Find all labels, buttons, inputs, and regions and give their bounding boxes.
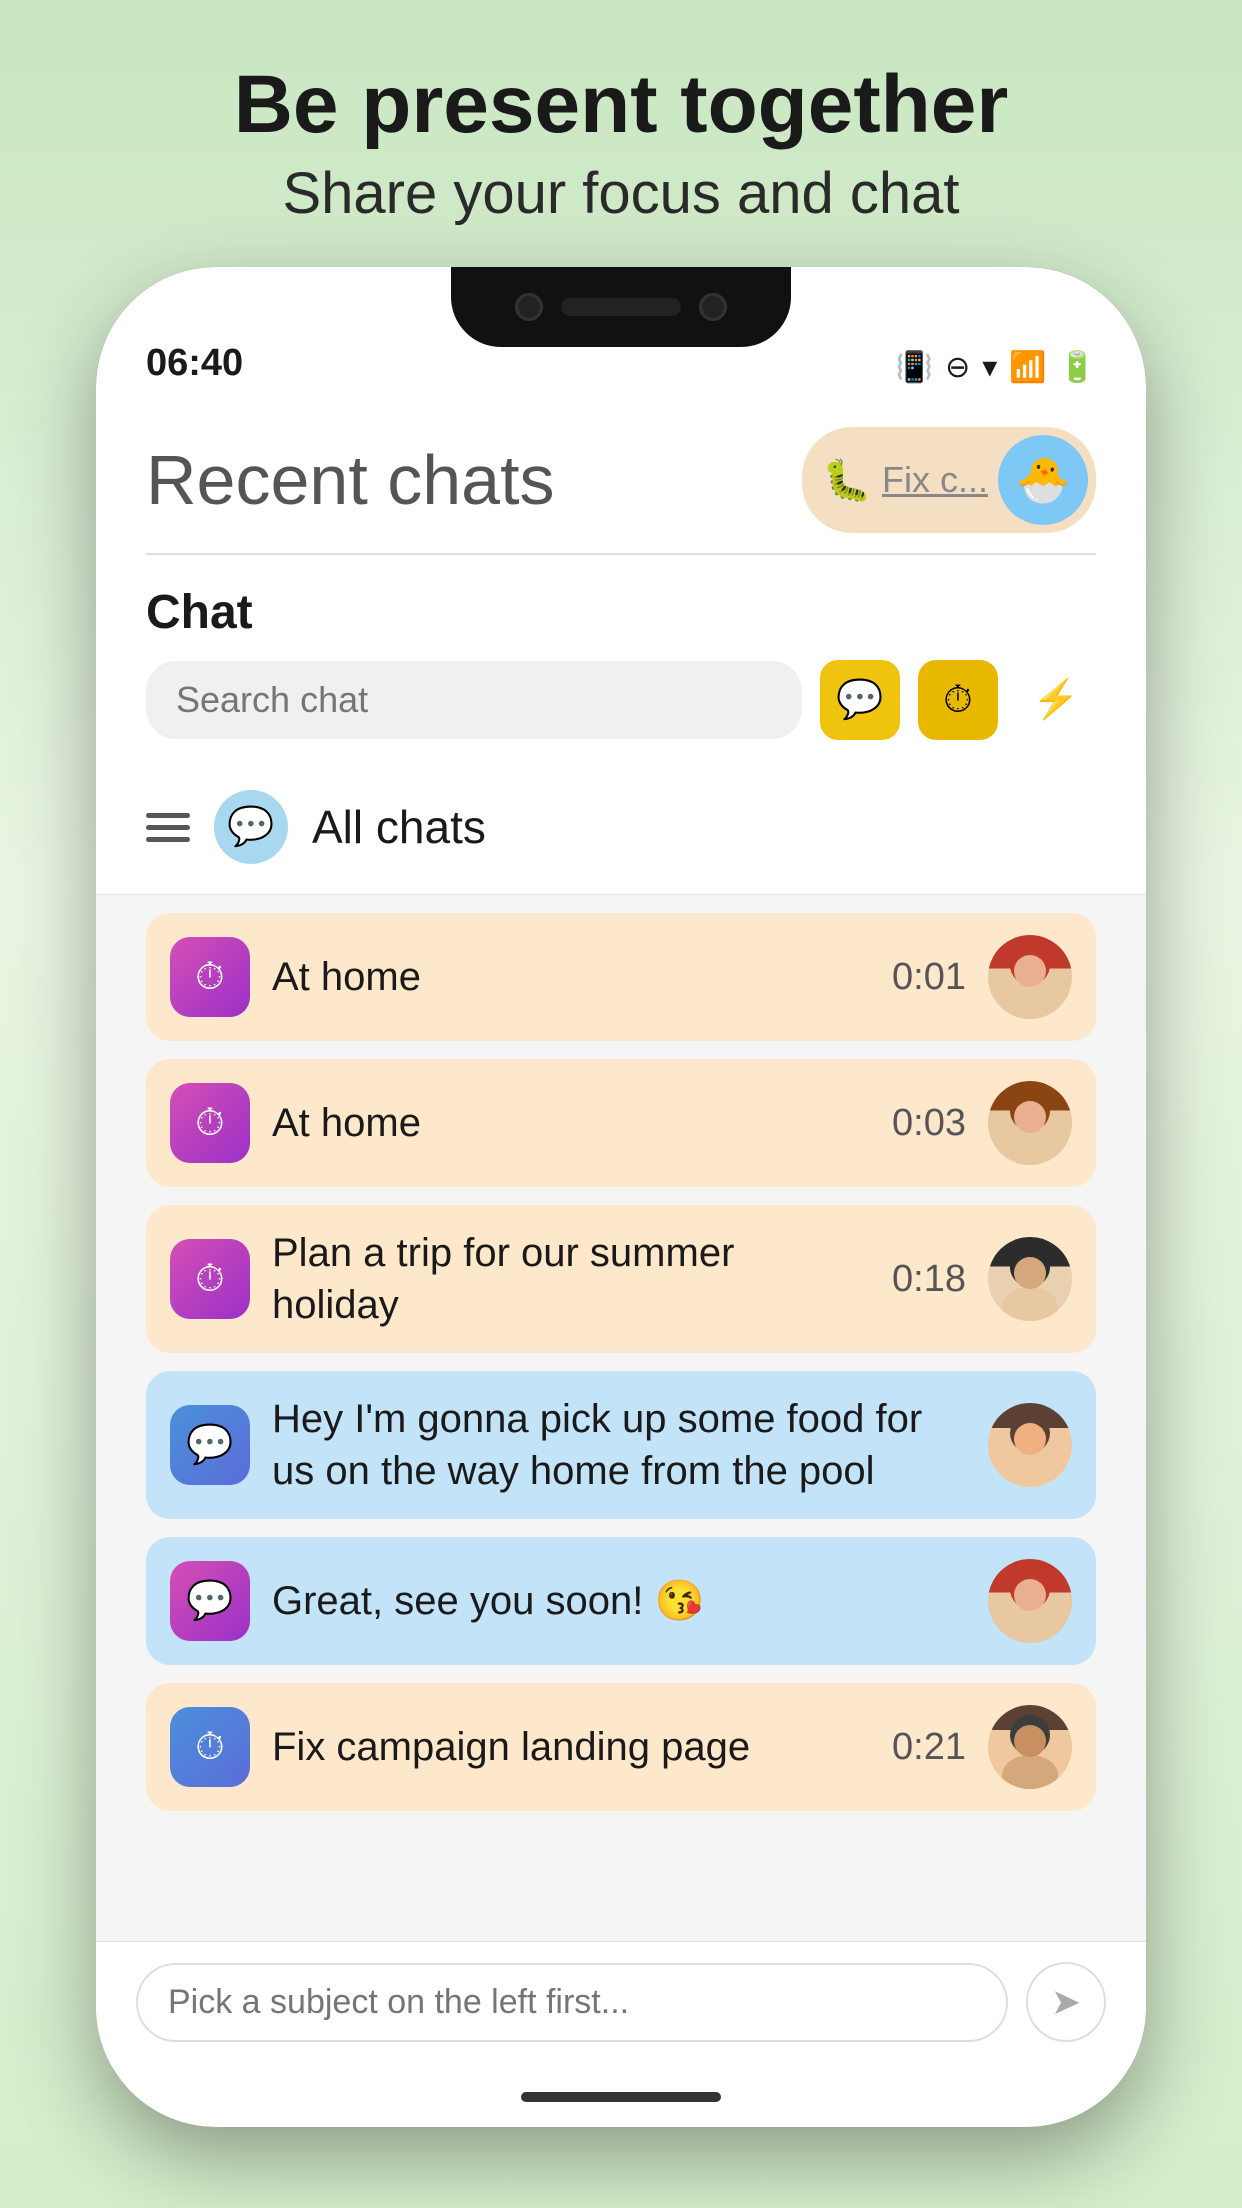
battery-icon: 🔋 (1059, 350, 1096, 385)
chat-item[interactable]: 💬 Hey I'm gonna pick up some food for us… (146, 1371, 1096, 1519)
home-indicator (521, 2092, 721, 2102)
status-icons: 📳 ⊖ ▾ 📶 🔋 (896, 350, 1096, 385)
vibrate-icon: 📳 (896, 350, 933, 385)
chat-item-content: Fix campaign landing page (272, 1721, 870, 1773)
avatar (988, 1237, 1072, 1321)
send-icon: ➤ (1051, 1981, 1081, 2023)
fix-label[interactable]: Fix c... (882, 459, 988, 501)
app-header: Recent chats 🐛 Fix c... 🐣 (96, 397, 1146, 553)
avatar-emoji: 🐣 (1016, 454, 1071, 506)
chat-icon: 💬 (836, 678, 883, 722)
chat-item-content: Great, see you soon! 😘 (272, 1575, 966, 1627)
all-chats-icon: 💬 (214, 790, 288, 864)
user-avatar-header[interactable]: 🐣 (998, 435, 1088, 525)
signal-icon: 📶 (1009, 350, 1046, 385)
speaker (561, 298, 681, 316)
chat-item-name: At home (272, 951, 870, 1003)
activity-icon: ⚡ (1032, 678, 1079, 722)
phone-screen: Recent chats 🐛 Fix c... 🐣 Chat 💬 ⏱ (96, 397, 1146, 2067)
avatar (988, 935, 1072, 1019)
chat-label: Chat (146, 585, 1096, 640)
promo-title: Be present together (234, 60, 1009, 150)
timer-icon: ⏱ (943, 679, 973, 722)
chat-item-name: Plan a trip for our summer holiday (272, 1227, 870, 1331)
avatar-svg (988, 1403, 1072, 1487)
chat-item-content: At home (272, 951, 870, 1003)
chat-item-timer-icon: ⏱ (170, 1083, 250, 1163)
chat-item-time: 0:21 (892, 1726, 966, 1769)
chat-button[interactable]: 💬 (820, 660, 900, 740)
activity-button[interactable]: ⚡ (1016, 660, 1096, 740)
chat-item[interactable]: 💬 Great, see you soon! 😘 (146, 1537, 1096, 1665)
chat-item-timer-icon: ⏱ (170, 1239, 250, 1319)
avatar-svg (988, 935, 1072, 1019)
status-bar: 06:40 📳 ⊖ ▾ 📶 🔋 (96, 267, 1146, 397)
avatar-svg (988, 1081, 1072, 1165)
chat-item-time: 0:01 (892, 956, 966, 999)
avatar-svg (988, 1705, 1072, 1789)
phone-frame: 06:40 📳 ⊖ ▾ 📶 🔋 Recent chats 🐛 Fix c... … (96, 267, 1146, 2127)
avatar-svg (988, 1559, 1072, 1643)
chat-item[interactable]: ⏱ At home 0:03 (146, 1059, 1096, 1187)
promo-section: Be present together Share your focus and… (234, 0, 1009, 267)
camera2 (699, 293, 727, 321)
chat-item-name: Hey I'm gonna pick up some food for us o… (272, 1393, 966, 1497)
chat-item-name: Great, see you soon! 😘 (272, 1575, 966, 1627)
status-time: 06:40 (146, 342, 243, 385)
chat-item-content: At home (272, 1097, 870, 1149)
timer-button[interactable]: ⏱ (918, 660, 998, 740)
camera (515, 293, 543, 321)
phone-bottom-bar (96, 2067, 1146, 2127)
search-row: 💬 ⏱ ⚡ (146, 660, 1096, 740)
menu-icon[interactable] (146, 813, 190, 842)
dnd-icon: ⊖ (945, 350, 970, 385)
bug-icon: 🐛 (822, 457, 872, 504)
chat-item-content: Hey I'm gonna pick up some food for us o… (272, 1393, 966, 1497)
subject-input[interactable] (136, 1963, 1008, 2042)
chat-item-name: Fix campaign landing page (272, 1721, 870, 1773)
chat-item-timer-icon: ⏱ (170, 1707, 250, 1787)
promo-subtitle: Share your focus and chat (234, 160, 1009, 227)
chat-item-time: 0:18 (892, 1258, 966, 1301)
all-chats-filter-row[interactable]: 💬 All chats (96, 760, 1146, 895)
chat-item-chat-icon: 💬 (170, 1405, 250, 1485)
chat-item-name: At home (272, 1097, 870, 1149)
notch (451, 267, 791, 347)
app-title: Recent chats (146, 440, 555, 520)
avatar (988, 1559, 1072, 1643)
avatar (988, 1081, 1072, 1165)
chat-item[interactable]: ⏱ Plan a trip for our summer holiday 0:1… (146, 1205, 1096, 1353)
wifi-icon: ▾ (982, 350, 997, 385)
send-button[interactable]: ➤ (1026, 1962, 1106, 2042)
all-chats-label: All chats (312, 800, 486, 854)
chat-section: Chat 💬 ⏱ ⚡ (96, 555, 1146, 760)
chat-item-time: 0:03 (892, 1102, 966, 1145)
avatar-svg (988, 1237, 1072, 1321)
chat-list: ⏱ At home 0:01 ⏱ At home (96, 895, 1146, 1941)
search-input[interactable] (146, 661, 802, 739)
header-right-button[interactable]: 🐛 Fix c... 🐣 (802, 427, 1096, 533)
chat-item[interactable]: ⏱ Fix campaign landing page 0:21 (146, 1683, 1096, 1811)
bottom-input-row: ➤ (96, 1941, 1146, 2067)
chat-item[interactable]: ⏱ At home 0:01 (146, 913, 1096, 1041)
chat-item-chat-icon: 💬 (170, 1561, 250, 1641)
avatar (988, 1705, 1072, 1789)
avatar (988, 1403, 1072, 1487)
chat-item-content: Plan a trip for our summer holiday (272, 1227, 870, 1331)
chat-item-timer-icon: ⏱ (170, 937, 250, 1017)
